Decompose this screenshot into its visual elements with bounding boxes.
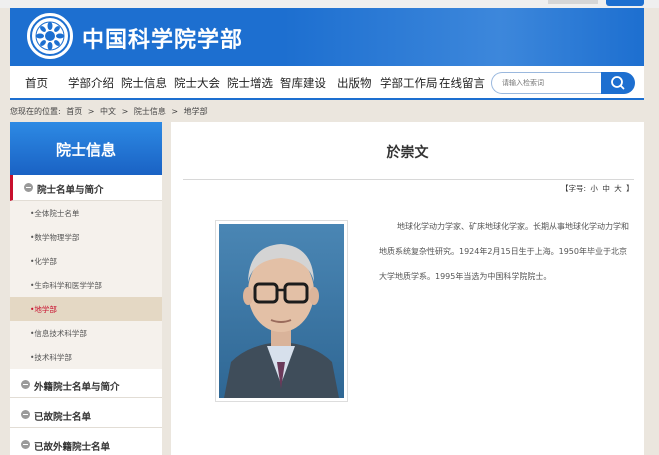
site-banner: 中国科学院学部 [10, 8, 644, 66]
sidebar-item-chemistry[interactable]: •化学部 [10, 249, 162, 273]
sidebar-item-life-sciences[interactable]: •生命科学和医学学部 [10, 273, 162, 297]
nav-item-think-tank[interactable]: 智库建设 [280, 75, 326, 91]
font-size-medium[interactable]: 中 [602, 184, 610, 193]
sidebar-item-label: •全体院士名单 [30, 209, 80, 218]
font-size-prefix: 【字号: [561, 184, 587, 193]
nav-item-about[interactable]: 学部介绍 [68, 75, 114, 91]
sidebar-item-label: •数学物理学部 [30, 233, 80, 242]
main-content: 於崇文 【字号: 小 中 大 】 地球化学动力学家、矿床地球化学家。长期从事地球… [171, 122, 644, 455]
breadcrumb: 您现在的位置: 首页 > 中文 > 院士信息 > 地学部 [10, 106, 211, 117]
top-strip [0, 0, 659, 8]
minus-circle-icon [21, 380, 30, 389]
sidebar-item-all-members[interactable]: •全体院士名单 [10, 201, 162, 225]
sidebar-category-label: 已故院士名单 [34, 412, 92, 423]
breadcrumb-item-home[interactable]: 首页 [66, 107, 82, 116]
nav-item-bureau[interactable]: 学部工作局 [380, 75, 438, 91]
sidebar-category-deceased-foreign[interactable]: 已故外籍院士名单 [10, 432, 162, 455]
breadcrumb-item-earth-sciences[interactable]: 地学部 [184, 107, 208, 116]
sidebar-category-deceased[interactable]: 已故院士名单 [10, 402, 162, 428]
sidebar-item-label: •生命科学和医学学部 [30, 281, 102, 290]
top-links [548, 0, 598, 4]
minus-circle-icon [24, 183, 33, 192]
breadcrumb-sep: > [87, 107, 95, 116]
divider [183, 179, 634, 180]
sidebar-header: 院士信息 [10, 122, 162, 175]
font-size-small[interactable]: 小 [590, 184, 598, 193]
sidebar-item-label: •信息技术科学部 [30, 329, 87, 338]
sidebar-item-technical-sciences[interactable]: •技术科学部 [10, 345, 162, 369]
nav-item-general-assembly[interactable]: 院士大会 [174, 75, 220, 91]
sidebar-category-label: 外籍院士名单与简介 [34, 382, 120, 393]
font-size-large[interactable]: 大 [614, 184, 622, 193]
top-tab[interactable] [606, 0, 644, 6]
sidebar-category-members[interactable]: 院士名单与简介 [10, 175, 162, 201]
portrait-photo [215, 220, 348, 402]
sidebar-category-foreign-members[interactable]: 外籍院士名单与简介 [10, 372, 162, 398]
breadcrumb-sep: > [171, 107, 179, 116]
sidebar-item-information-tech[interactable]: •信息技术科学部 [10, 321, 162, 345]
search-icon [611, 76, 625, 90]
sidebar-item-earth-sciences[interactable]: •地学部 [10, 297, 162, 321]
sidebar: 院士信息 院士名单与简介 •全体院士名单 •数学物理学部 •化学部 •生命科学和… [10, 122, 162, 455]
breadcrumb-prefix: 您现在的位置: [10, 107, 61, 116]
banner-glow [284, 8, 644, 66]
breadcrumb-item-chinese[interactable]: 中文 [100, 107, 116, 116]
academician-bio: 地球化学动力学家、矿床地球化学家。长期从事地球化学动力学和地质系统复杂性研究。1… [379, 222, 629, 281]
site-title[interactable]: 中国科学院学部 [82, 22, 243, 54]
nav-item-message[interactable]: 在线留言 [439, 75, 485, 91]
sidebar-item-label: •技术科学部 [30, 353, 72, 362]
nav-item-home[interactable]: 首页 [25, 75, 48, 91]
search-input[interactable] [491, 72, 601, 94]
sidebar-item-label: •地学部 [30, 305, 57, 314]
search-button[interactable] [601, 72, 635, 94]
minus-circle-icon [21, 410, 30, 419]
sidebar-subitems: •全体院士名单 •数学物理学部 •化学部 •生命科学和医学学部 •地学部 •信息… [10, 201, 162, 369]
sidebar-item-math-physics[interactable]: •数学物理学部 [10, 225, 162, 249]
nav-item-academicians[interactable]: 院士信息 [121, 75, 167, 91]
font-size-suffix: 】 [626, 184, 634, 193]
minus-circle-icon [21, 440, 30, 449]
breadcrumb-sep: > [121, 107, 129, 116]
breadcrumb-item-academicians[interactable]: 院士信息 [134, 107, 166, 116]
cas-logo-icon[interactable] [27, 13, 73, 59]
sidebar-category-label: 院士名单与简介 [37, 185, 104, 196]
sidebar-category-label: 已故外籍院士名单 [34, 442, 111, 453]
font-size-control: 【字号: 小 中 大 】 [561, 183, 636, 194]
academician-name: 於崇文 [386, 145, 429, 161]
sidebar-title: 院士信息 [55, 141, 116, 159]
sidebar-item-label: •化学部 [30, 257, 57, 266]
nav-item-publications[interactable]: 出版物 [337, 75, 372, 91]
nav-item-election[interactable]: 院士增选 [227, 75, 273, 91]
